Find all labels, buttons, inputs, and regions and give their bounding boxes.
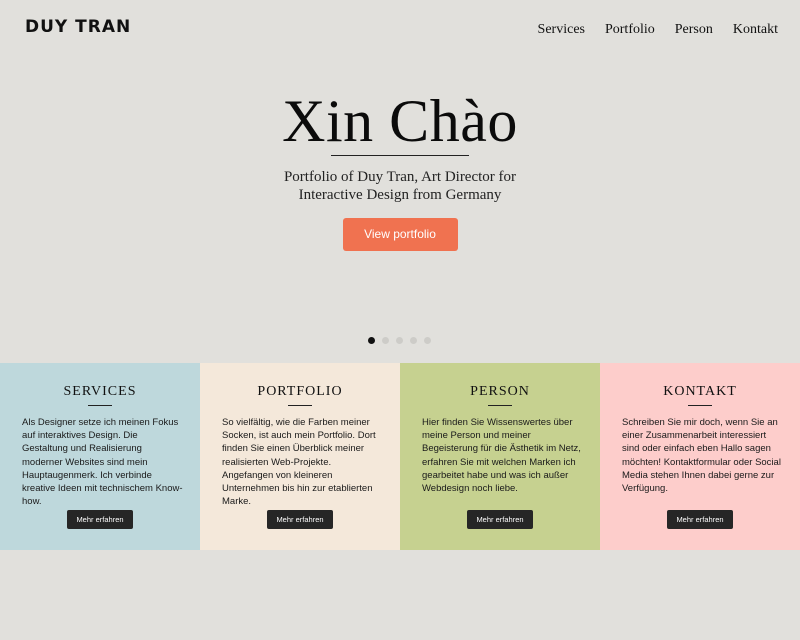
panel-text: So vielfältig, wie die Farben meiner Soc… bbox=[222, 417, 376, 508]
more-button-services[interactable]: Mehr erfahren bbox=[67, 510, 133, 529]
slider-dots bbox=[368, 337, 431, 344]
more-button-person[interactable]: Mehr erfahren bbox=[467, 510, 533, 529]
panel-services: SERVICES Als Designer setze ich meinen F… bbox=[0, 363, 200, 550]
panel-portfolio: PORTFOLIO So vielfältig, wie die Farben … bbox=[200, 363, 400, 550]
panel-text: Hier finden Sie Wissenswertes über meine… bbox=[422, 417, 581, 495]
view-portfolio-button[interactable]: View portfolio bbox=[342, 218, 458, 251]
panel-divider bbox=[88, 405, 112, 406]
slider-dot[interactable] bbox=[368, 337, 375, 344]
panel-title: PORTFOLIO bbox=[257, 384, 343, 399]
hero: Xin Chào Portfolio of Duy Tran, Art Dire… bbox=[0, 88, 800, 251]
feature-panels: SERVICES Als Designer setze ich meinen F… bbox=[0, 363, 800, 550]
slider-dot[interactable] bbox=[410, 337, 417, 344]
panel-divider bbox=[688, 405, 712, 406]
nav-link-kontakt[interactable]: Kontakt bbox=[733, 22, 778, 38]
nav-link-portfolio[interactable]: Portfolio bbox=[605, 22, 655, 38]
hero-divider bbox=[331, 155, 469, 156]
nav-link-services[interactable]: Services bbox=[538, 22, 585, 38]
more-button-kontakt[interactable]: Mehr erfahren bbox=[667, 510, 733, 529]
main-nav: Services Portfolio Person Kontakt bbox=[538, 22, 778, 38]
slider-dot[interactable] bbox=[382, 337, 389, 344]
hero-title: Xin Chào bbox=[282, 88, 518, 154]
slider-dot[interactable] bbox=[424, 337, 431, 344]
panel-divider bbox=[288, 405, 312, 406]
panel-title: SERVICES bbox=[63, 384, 137, 399]
panel-kontakt: KONTAKT Schreiben Sie mir doch, wenn Sie… bbox=[600, 363, 800, 550]
panel-text: Als Designer setze ich meinen Fokus auf … bbox=[22, 417, 183, 508]
panel-title: KONTAKT bbox=[663, 384, 737, 399]
slider-dot[interactable] bbox=[396, 337, 403, 344]
site-logo[interactable]: DUY TRAN bbox=[25, 17, 131, 37]
more-button-portfolio[interactable]: Mehr erfahren bbox=[267, 510, 333, 529]
panel-text: Schreiben Sie mir doch, wenn Sie an eine… bbox=[622, 417, 781, 495]
hero-subtitle: Portfolio of Duy Tran, Art Director for … bbox=[283, 169, 517, 203]
nav-link-person[interactable]: Person bbox=[675, 22, 713, 38]
panel-person: PERSON Hier finden Sie Wissenswertes übe… bbox=[400, 363, 600, 550]
panel-title: PERSON bbox=[470, 384, 530, 399]
panel-divider bbox=[488, 405, 512, 406]
